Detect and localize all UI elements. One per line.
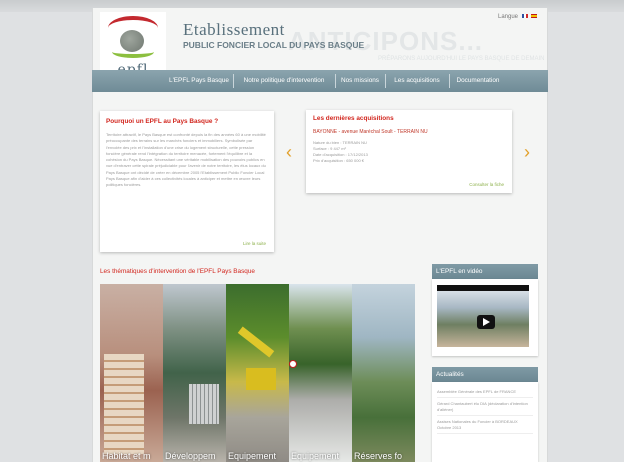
road-sign-icon <box>289 360 297 368</box>
carousel-next-arrow-icon[interactable]: › <box>524 142 530 163</box>
intro-title: Pourquoi un EPFL au Pays Basque ? <box>106 118 219 125</box>
news-item[interactable]: Assemblée Générale des EPFL de FRANCE <box>437 386 533 399</box>
nav-item-acquisitions[interactable]: Les acquisitions <box>386 70 448 92</box>
theme-image <box>189 384 219 424</box>
acquisition-item-title[interactable]: BAYONNE - avenue Maréchal Soult - TERRAI… <box>313 129 505 135</box>
theme-equipement-1[interactable]: Equipement <box>226 284 289 462</box>
video-thumbnail[interactable] <box>437 285 529 347</box>
acquisition-view-link[interactable]: Consulter la fiche <box>469 182 504 187</box>
main-navigation: L'EPFL Pays Basque Notre politique d'int… <box>92 70 548 92</box>
intro-body: Territoire attractif, le Pays Basque est… <box>106 132 266 188</box>
theme-reserves[interactable]: Réserves fo <box>352 284 415 462</box>
video-widget[interactable] <box>432 279 538 356</box>
themes-title: Les thématiques d'intervention de l'EPFL… <box>100 268 255 275</box>
carousel-prev-arrow-icon[interactable]: ‹ <box>286 142 292 163</box>
nav-item-politique[interactable]: Notre politique d'intervention <box>234 70 334 92</box>
logo-green-arc <box>112 46 154 58</box>
acquisition-details: Nature du bien : TERRAIN NU Surface : 9 … <box>313 140 505 164</box>
nav-item-documentation[interactable]: Documentation <box>450 70 506 92</box>
french-flag-icon[interactable] <box>521 14 528 19</box>
theme-label: Développem <box>165 451 216 461</box>
theme-label: Equipement <box>228 451 277 461</box>
nav-item-epfl[interactable]: L'EPFL Pays Basque <box>166 70 232 92</box>
theme-developpement[interactable]: Développem <box>163 284 226 462</box>
theme-habitat[interactable]: Habitat et m <box>100 284 163 462</box>
news-list: Assemblée Générale des EPFL de FRANCE Gé… <box>432 382 538 462</box>
spanish-flag-icon[interactable] <box>531 14 538 19</box>
news-item[interactable]: Assises Nationales du Foncier à BORDEAUX… <box>437 416 533 435</box>
news-item[interactable]: Gérard Chantaubert élu DIA (déclaration … <box>437 398 533 417</box>
language-selector[interactable]: Langue <box>498 14 538 20</box>
theme-label: Equipement <box>291 451 340 461</box>
theme-equipement-2[interactable]: Equipement <box>289 284 352 462</box>
acquisitions-title: Les dernières acquisitions <box>313 115 394 122</box>
nav-item-missions[interactable]: Nos missions <box>336 70 384 92</box>
acquisition-detail: Prix d'acquisition : 650 000 € <box>313 158 365 163</box>
intro-panel: Pourquoi un EPFL au Pays Basque ? Territ… <box>100 111 274 252</box>
theme-label: Habitat et m <box>102 451 151 461</box>
play-icon[interactable] <box>477 315 495 329</box>
theme-image <box>246 368 276 390</box>
site-title: Etablissement <box>183 20 285 39</box>
news-header: Actualités <box>432 367 538 382</box>
intro-read-more-link[interactable]: Lire la suite <box>243 241 266 246</box>
header-slogan-sub: PRÉPARONS AUJOURD'HUI LE PAYS BASQUE DE … <box>378 56 545 62</box>
language-label: Langue <box>498 14 519 20</box>
theme-image <box>237 326 275 358</box>
theme-label: Réserves fo <box>354 451 403 461</box>
acquisitions-panel: Les dernières acquisitions BAYONNE - ave… <box>306 110 512 193</box>
video-header: L'EPFL en vidéo <box>432 264 538 279</box>
site-subtitle: PUBLIC FONCIER LOCAL DU PAYS BASQUE <box>183 40 365 50</box>
theme-image <box>104 354 144 454</box>
